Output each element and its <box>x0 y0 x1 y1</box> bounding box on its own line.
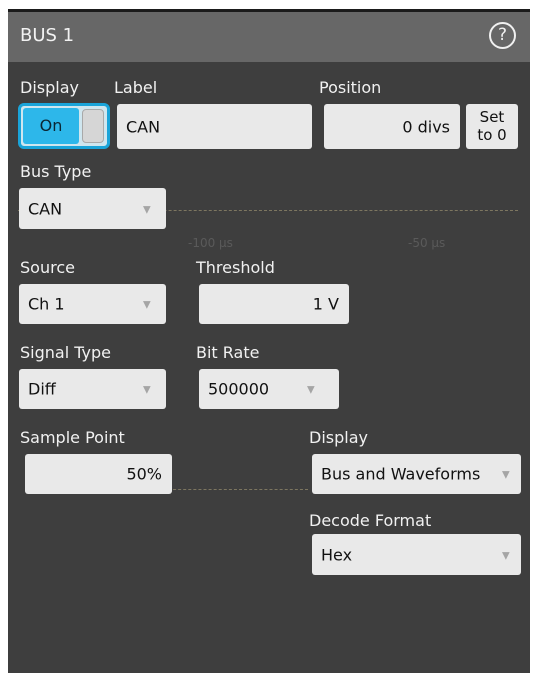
bus-display-value: Bus and Waveforms <box>321 464 481 484</box>
position-input-value: 0 divs <box>402 117 450 136</box>
caret-down-icon: ▼ <box>502 469 510 481</box>
source-dropdown[interactable]: Ch 1 ▼ <box>19 284 166 324</box>
toggle-knob <box>82 109 104 143</box>
bus-config-panel: -100 µs -50 µs BUS 1 ? Display Label Pos… <box>8 12 530 673</box>
sample-point-value: 50% <box>126 464 162 484</box>
bus-type-value: CAN <box>28 199 63 218</box>
label-input[interactable]: CAN <box>117 104 312 149</box>
display-toggle[interactable]: On <box>18 103 110 149</box>
signal-type-label: Signal Type <box>20 343 111 362</box>
bus-display-label: Display <box>309 428 368 447</box>
background-waveform-line-2 <box>168 489 308 490</box>
caret-down-icon: ▼ <box>143 384 151 396</box>
panel-title: BUS 1 <box>20 25 75 46</box>
bit-rate-label: Bit Rate <box>196 343 260 362</box>
bus-type-label: Bus Type <box>20 162 92 181</box>
sample-point-input[interactable]: 50% <box>25 454 172 494</box>
panel-title-bar: BUS 1 ? <box>8 12 530 62</box>
decode-format-dropdown[interactable]: Hex ▼ <box>312 534 521 575</box>
caret-down-icon: ▼ <box>307 384 315 396</box>
bit-rate-value: 500000 <box>208 379 270 399</box>
display-toggle-label: Display <box>20 78 79 97</box>
source-value: Ch 1 <box>28 294 65 314</box>
signal-type-dropdown[interactable]: Diff ▼ <box>19 369 166 409</box>
top-edge <box>0 0 538 12</box>
display-toggle-state: On <box>23 108 79 144</box>
background-time-tick-1: -100 µs <box>188 236 233 250</box>
set-to-zero-button[interactable]: Set to 0 <box>466 104 518 149</box>
set-to-zero-label: Set to 0 <box>477 108 507 144</box>
position-field-label: Position <box>319 78 382 97</box>
caret-down-icon: ▼ <box>502 550 510 562</box>
source-label: Source <box>20 258 75 277</box>
bus-display-dropdown[interactable]: Bus and Waveforms ▼ <box>312 454 521 494</box>
bus-type-dropdown[interactable]: CAN ▼ <box>19 188 166 229</box>
decode-format-value: Hex <box>321 545 353 564</box>
background-time-tick-2: -50 µs <box>408 236 446 250</box>
threshold-label: Threshold <box>196 258 275 277</box>
threshold-input[interactable]: 1 V <box>199 284 349 324</box>
caret-down-icon: ▼ <box>143 204 151 216</box>
bit-rate-dropdown[interactable]: 500000 ▼ <box>199 369 339 409</box>
label-field-label: Label <box>114 78 158 97</box>
help-icon[interactable]: ? <box>489 22 516 49</box>
position-input[interactable]: 0 divs <box>324 104 460 149</box>
caret-down-icon: ▼ <box>143 299 151 311</box>
sample-point-label: Sample Point <box>20 428 125 447</box>
signal-type-value: Diff <box>28 379 56 399</box>
decode-format-label: Decode Format <box>309 511 432 530</box>
threshold-value: 1 V <box>312 294 339 314</box>
label-input-value: CAN <box>126 117 161 136</box>
